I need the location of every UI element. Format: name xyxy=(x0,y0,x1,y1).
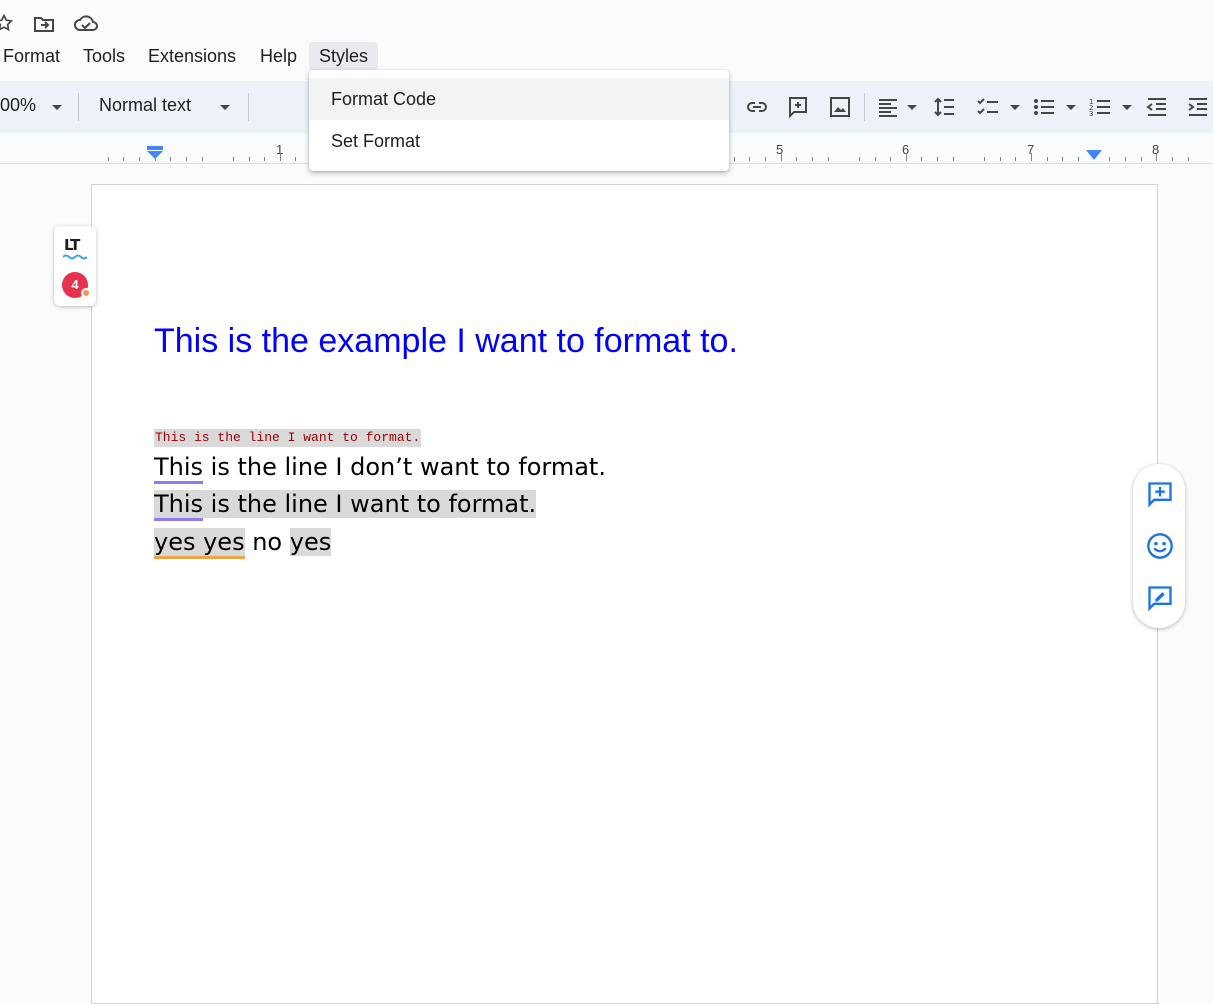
star-icon[interactable] xyxy=(0,12,14,34)
zoom-dropdown-icon[interactable] xyxy=(52,105,62,110)
ruler-tick xyxy=(170,157,172,161)
spelling-flag[interactable]: This xyxy=(154,490,204,521)
styles-dropdown-menu: Format Code Set Format xyxy=(309,70,729,171)
menu-format[interactable]: Format xyxy=(3,42,60,70)
ruler-tick xyxy=(921,157,923,161)
ruler-tick xyxy=(1062,157,1064,161)
line-text: no xyxy=(244,528,290,556)
checklist-dropdown-icon[interactable] xyxy=(1010,105,1020,110)
grammar-flag[interactable]: yes yes xyxy=(154,528,245,559)
document-page[interactable] xyxy=(91,184,1158,1004)
menu-help[interactable]: Help xyxy=(260,42,297,70)
toolbar-divider xyxy=(248,93,249,121)
add-comment-icon[interactable] xyxy=(786,95,810,119)
ruler-tick xyxy=(201,157,203,161)
menu-tools[interactable]: Tools xyxy=(83,42,125,70)
menu-item-set-format[interactable]: Set Format xyxy=(309,120,729,162)
ruler-tick xyxy=(999,157,1001,161)
menu-item-format-code[interactable]: Format Code xyxy=(309,78,729,120)
add-comment-icon[interactable] xyxy=(1146,480,1174,508)
emoji-reaction-icon[interactable] xyxy=(1146,532,1174,560)
ruler-tick xyxy=(279,153,281,161)
ruler-tick xyxy=(1171,157,1173,161)
link-icon[interactable] xyxy=(745,95,769,119)
bulleted-list-dropdown-icon[interactable] xyxy=(1066,105,1076,110)
ruler-tick xyxy=(905,153,907,161)
status-dot xyxy=(81,288,91,298)
ruler-tick xyxy=(1124,157,1126,161)
ruler-tick xyxy=(123,157,125,161)
floating-action-panel xyxy=(1133,464,1185,628)
ruler-tick xyxy=(890,157,892,161)
cloud-status-icon[interactable] xyxy=(73,12,99,36)
ruler-tick xyxy=(1187,157,1189,161)
ruler-tick xyxy=(138,157,140,161)
insert-image-icon[interactable] xyxy=(828,95,852,119)
move-to-folder-icon[interactable] xyxy=(32,12,56,36)
svg-text:3: 3 xyxy=(1089,110,1093,118)
ruler-tick xyxy=(780,153,782,161)
ruler-tick xyxy=(858,157,860,161)
toolbar-divider xyxy=(864,93,865,121)
document-line-1[interactable]: This is the line I don’t want to format. xyxy=(154,450,606,484)
line-text: is the line I want to format. xyxy=(203,490,537,518)
wave-icon xyxy=(63,254,87,260)
ruler-tick xyxy=(984,157,986,161)
ruler-tick xyxy=(796,157,798,161)
ruler-tick xyxy=(154,153,156,161)
menu-extensions[interactable]: Extensions xyxy=(148,42,236,70)
languagetool-widget[interactable]: LT 4 xyxy=(54,226,96,306)
ruler-tick xyxy=(1031,153,1032,161)
menu-styles[interactable]: Styles xyxy=(309,42,379,70)
ruler-tick xyxy=(264,157,266,161)
ruler-tick xyxy=(1015,157,1017,161)
ruler-tick xyxy=(874,157,876,161)
paragraph-style-select[interactable]: Normal text xyxy=(99,95,191,116)
decrease-indent-icon[interactable] xyxy=(1145,95,1169,119)
ruler-tick xyxy=(185,157,187,161)
ruler-tick xyxy=(248,157,250,161)
ruler-tick xyxy=(811,157,813,161)
ruler-tick xyxy=(1156,153,1158,161)
align-left-icon[interactable] xyxy=(876,95,900,119)
ruler-tick xyxy=(232,157,234,161)
line-text: yes xyxy=(289,528,332,556)
style-dropdown-icon[interactable] xyxy=(220,105,230,110)
example-heading[interactable]: This is the example I want to format to. xyxy=(154,322,738,361)
ruler-tick xyxy=(1046,157,1048,161)
ruler-tick xyxy=(107,157,109,161)
ruler-tick xyxy=(937,157,939,161)
ruler-tick xyxy=(749,157,751,161)
code-formatted-line[interactable]: This is the line I want to format. xyxy=(154,429,422,447)
zoom-select[interactable]: 00% xyxy=(0,95,36,116)
numbered-list-icon[interactable]: 1 2 3 xyxy=(1088,95,1112,119)
toolbar-divider xyxy=(78,93,79,121)
increase-indent-icon[interactable] xyxy=(1186,95,1210,119)
align-dropdown-icon[interactable] xyxy=(907,105,917,110)
ruler-tick xyxy=(764,157,766,161)
bulleted-list-icon[interactable] xyxy=(1032,95,1056,119)
ruler-tick xyxy=(827,157,829,161)
ruler-tick xyxy=(952,157,954,161)
document-line-3[interactable]: yes yes no yes xyxy=(154,525,332,559)
line-spacing-icon[interactable] xyxy=(933,95,957,119)
languagetool-logo[interactable]: LT xyxy=(64,236,80,254)
ruler-tick xyxy=(1140,157,1142,161)
ruler-tick xyxy=(1077,157,1079,161)
ruler-tick xyxy=(733,157,735,161)
suggest-edits-icon[interactable] xyxy=(1146,584,1174,612)
spelling-flag[interactable]: This xyxy=(154,453,204,484)
document-line-2[interactable]: This is the line I want to format. xyxy=(154,487,537,521)
checklist-icon[interactable] xyxy=(976,95,1000,119)
ruler-tick xyxy=(295,157,297,161)
right-indent-marker-icon[interactable] xyxy=(1086,150,1102,160)
numbered-list-dropdown-icon[interactable] xyxy=(1122,105,1132,110)
line-text: is the line I don’t want to format. xyxy=(203,453,606,481)
ruler-tick xyxy=(1109,157,1111,161)
